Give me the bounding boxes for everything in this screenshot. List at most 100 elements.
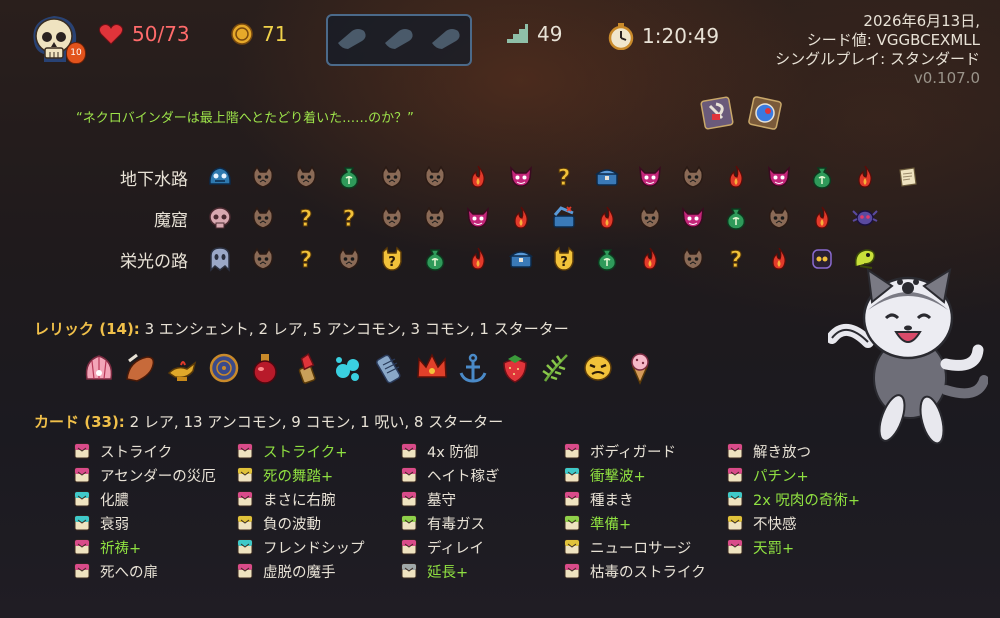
card-entry[interactable]: 衰弱	[74, 511, 234, 535]
monster-node-icon[interactable]	[241, 200, 284, 236]
shell-relic-icon[interactable]	[78, 346, 120, 390]
card-entry[interactable]: ニューロサージ	[564, 535, 724, 559]
mask-relic-icon[interactable]	[577, 346, 619, 390]
card-entry[interactable]: 死への扉	[74, 559, 234, 583]
timer-display[interactable]: 1:20:49	[608, 22, 719, 50]
card-entry[interactable]: まさに右腕	[237, 487, 397, 511]
rest-node-icon[interactable]	[499, 200, 542, 236]
monster-node-icon[interactable]	[757, 200, 800, 236]
unknown-node-icon[interactable]: ?	[714, 241, 757, 277]
rest-node-icon[interactable]	[843, 159, 886, 195]
card-entry[interactable]: ストライク+	[237, 439, 397, 463]
card-entry[interactable]: フレンドシップ	[237, 535, 397, 559]
card-entry[interactable]: 有毒ガス	[401, 511, 561, 535]
rest-node-icon[interactable]	[585, 200, 628, 236]
unknown-node-icon[interactable]: ?	[542, 159, 585, 195]
potion-slot[interactable]	[334, 27, 370, 53]
boss-skull-node-icon[interactable]	[198, 200, 241, 236]
card-entry[interactable]: 不快感	[727, 511, 887, 535]
card-entry[interactable]: ボディガード	[564, 439, 724, 463]
card-entry[interactable]: 種まき	[564, 487, 724, 511]
treasure-bag-node-icon[interactable]	[327, 159, 370, 195]
card-entry[interactable]: 枯毒のストライク	[564, 559, 724, 583]
potion-slot[interactable]	[428, 27, 464, 53]
rest-node-icon[interactable]	[456, 159, 499, 195]
act-nodes: ????	[198, 241, 886, 277]
card-entry[interactable]: 死の舞踏+	[237, 463, 397, 487]
top-relic-orb[interactable]	[748, 96, 782, 130]
treasure-bag-node-icon[interactable]	[714, 200, 757, 236]
monster-node-icon[interactable]	[413, 200, 456, 236]
floor-display[interactable]: 49	[505, 22, 562, 46]
card-entry[interactable]: 4x 防御	[401, 439, 561, 463]
card-entry[interactable]: 墓守	[401, 487, 561, 511]
card-entry[interactable]: ヘイト稼ぎ	[401, 463, 561, 487]
unknown-event-node-icon[interactable]: ?	[370, 241, 413, 277]
potion-slot[interactable]	[381, 27, 417, 53]
strawberry-relic-icon[interactable]	[494, 346, 536, 390]
card-entry[interactable]: 衝撃波+	[564, 463, 724, 487]
monster-node-icon[interactable]	[284, 159, 327, 195]
rest-node-icon[interactable]	[714, 159, 757, 195]
unknown-node-icon[interactable]: ?	[284, 200, 327, 236]
hp-display[interactable]: 50/73	[98, 22, 190, 46]
monster-node-icon[interactable]	[241, 159, 284, 195]
boss-slime-node-icon[interactable]	[198, 159, 241, 195]
monster-node-icon[interactable]	[370, 159, 413, 195]
chest-open-node-icon[interactable]	[542, 200, 585, 236]
card-entry[interactable]: 負の波動	[237, 511, 397, 535]
bandage-relic-icon[interactable]	[369, 346, 411, 390]
elite-node-icon[interactable]	[628, 159, 671, 195]
unknown-event-node-icon[interactable]: ?	[542, 241, 585, 277]
card-entry[interactable]: 虚脱の魔手	[237, 559, 397, 583]
top-relic-axe[interactable]	[700, 96, 734, 130]
monster-node-icon[interactable]	[671, 241, 714, 277]
horn-relic-icon[interactable]	[120, 346, 162, 390]
treasure-bag-node-icon[interactable]	[585, 241, 628, 277]
boss-spider-node-icon[interactable]	[843, 200, 886, 236]
card-entry[interactable]: 化膿	[74, 487, 234, 511]
rest-node-icon[interactable]	[456, 241, 499, 277]
crown-relic-icon[interactable]	[411, 346, 453, 390]
boss-ghost-node-icon[interactable]	[198, 241, 241, 277]
unknown-node-icon[interactable]: ?	[327, 200, 370, 236]
splash-relic-icon[interactable]	[328, 346, 370, 390]
character-portrait[interactable]: 10	[28, 12, 86, 66]
scroll-node-icon[interactable]	[886, 159, 929, 195]
monster-node-icon[interactable]	[628, 200, 671, 236]
unknown-node-icon[interactable]: ?	[284, 241, 327, 277]
monster-node-icon[interactable]	[413, 159, 456, 195]
elite-node-icon[interactable]	[757, 159, 800, 195]
rest-node-icon[interactable]	[800, 200, 843, 236]
rest-node-icon[interactable]	[757, 241, 800, 277]
card-entry[interactable]: ストライク	[74, 439, 234, 463]
gold-display[interactable]: 71	[230, 22, 287, 46]
elite-node-icon[interactable]	[499, 159, 542, 195]
fern-relic-icon[interactable]	[536, 346, 578, 390]
card-entry[interactable]: ディレイ	[401, 535, 561, 559]
card-entry[interactable]: パチン+	[727, 463, 887, 487]
monster-node-icon[interactable]	[671, 159, 714, 195]
card-entry[interactable]: 天罰+	[727, 535, 887, 559]
treasure-bag-node-icon[interactable]	[800, 159, 843, 195]
chest-node-icon[interactable]	[585, 159, 628, 195]
icecream-relic-icon[interactable]	[619, 346, 661, 390]
elite-node-icon[interactable]	[456, 200, 499, 236]
monster-node-icon[interactable]	[370, 200, 413, 236]
card-entry[interactable]: 延長+	[401, 559, 561, 583]
chest-node-icon[interactable]	[499, 241, 542, 277]
lipstick-relic-icon[interactable]	[286, 346, 328, 390]
flask-relic-icon[interactable]	[244, 346, 286, 390]
anchor-relic-icon[interactable]	[452, 346, 494, 390]
card-entry[interactable]: 準備+	[564, 511, 724, 535]
clock-relic-icon[interactable]	[203, 346, 245, 390]
elite-node-icon[interactable]	[671, 200, 714, 236]
card-entry[interactable]: 祈祷+	[74, 535, 234, 559]
monster-node-icon[interactable]	[327, 241, 370, 277]
rest-node-icon[interactable]	[628, 241, 671, 277]
monster-node-icon[interactable]	[241, 241, 284, 277]
lamp-relic-icon[interactable]	[161, 346, 203, 390]
card-entry[interactable]: 2x 呪肉の奇術+	[727, 487, 887, 511]
card-entry[interactable]: アセンダーの災厄	[74, 463, 234, 487]
treasure-bag-node-icon[interactable]	[413, 241, 456, 277]
